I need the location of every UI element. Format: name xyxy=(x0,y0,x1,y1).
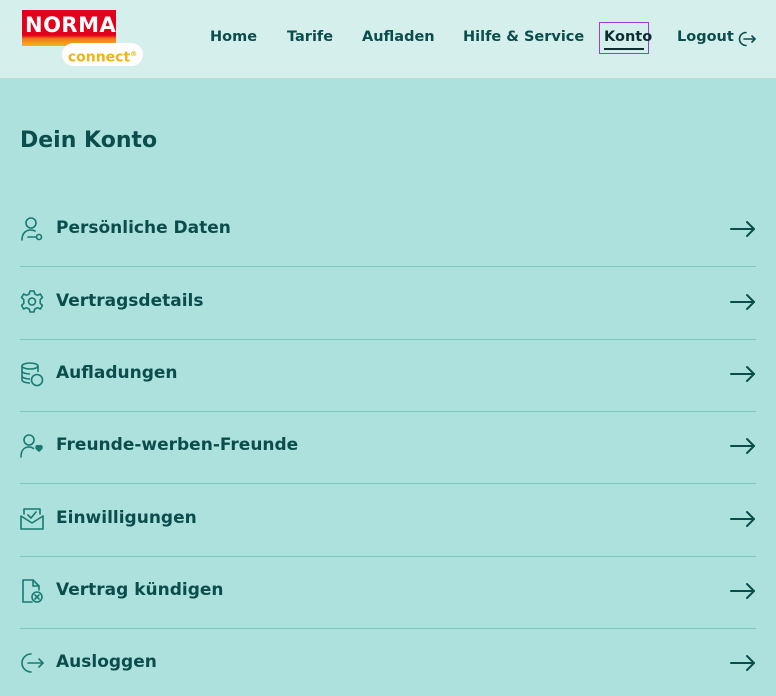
site-header: NORMA connect® Home Tarife Aufladen Hilf… xyxy=(0,0,776,78)
logout-icon xyxy=(21,653,44,673)
arrow-right-icon xyxy=(730,366,755,382)
menu-item-freunde-werben-freunde[interactable]: Freunde-werben-Freunde xyxy=(20,411,756,483)
menu-item-label: Einwilligungen xyxy=(56,508,197,528)
envelope-check-icon xyxy=(20,508,44,530)
logo-norma-text: NORMA xyxy=(22,10,116,46)
arrow-right-icon xyxy=(730,221,755,237)
menu-item-label: Vertragsdetails xyxy=(56,291,204,311)
nav-konto-label: Konto xyxy=(604,29,653,45)
arrow-right-icon xyxy=(730,294,755,310)
arrow-right-icon xyxy=(730,511,755,527)
menu-item-einwilligungen[interactable]: Einwilligungen xyxy=(20,484,756,556)
menu-item-label: Ausloggen xyxy=(56,652,157,672)
nav-konto[interactable]: Konto xyxy=(599,22,653,54)
nav-logout[interactable]: Logout xyxy=(677,29,734,49)
arrow-right-icon xyxy=(730,583,755,599)
menu-item-label: Vertrag kündigen xyxy=(56,580,224,600)
logo-connect-badge: connect® xyxy=(62,43,143,66)
menu-item-label: Freunde-werben-Freunde xyxy=(56,435,299,455)
arrow-right-icon xyxy=(730,655,755,671)
logo-registered-mark: ® xyxy=(130,50,138,58)
document-cancel-icon xyxy=(22,579,43,603)
logo-connect-text: connect xyxy=(67,49,131,66)
menu-item-label: Aufladungen xyxy=(56,363,178,383)
coins-icon xyxy=(21,362,44,387)
user-heart-icon xyxy=(20,434,43,458)
menu-item-persoenliche-daten[interactable]: Persönliche Daten xyxy=(20,194,756,266)
nav-active-underline xyxy=(604,48,644,50)
user-key-icon xyxy=(21,217,43,241)
menu-item-vertrag-kuendigen[interactable]: Vertrag kündigen xyxy=(20,556,756,628)
nav-aufladen[interactable]: Aufladen xyxy=(362,29,435,49)
menu-item-label: Persönliche Daten xyxy=(56,218,231,238)
menu-item-vertragsdetails[interactable]: Vertragsdetails xyxy=(20,267,756,339)
page-title: Dein Konto xyxy=(20,128,158,153)
nav-home[interactable]: Home xyxy=(210,29,257,49)
nav-hilfe-service[interactable]: Hilfe & Service xyxy=(463,29,584,49)
menu-item-aufladungen[interactable]: Aufladungen xyxy=(20,339,756,411)
logout-icon[interactable] xyxy=(737,29,757,49)
arrow-right-icon xyxy=(730,438,755,454)
norma-connect-logo[interactable]: NORMA connect® xyxy=(22,10,144,68)
nav-tarife[interactable]: Tarife xyxy=(287,29,333,49)
menu-item-ausloggen[interactable]: Ausloggen xyxy=(20,628,756,696)
gear-icon xyxy=(20,290,44,313)
